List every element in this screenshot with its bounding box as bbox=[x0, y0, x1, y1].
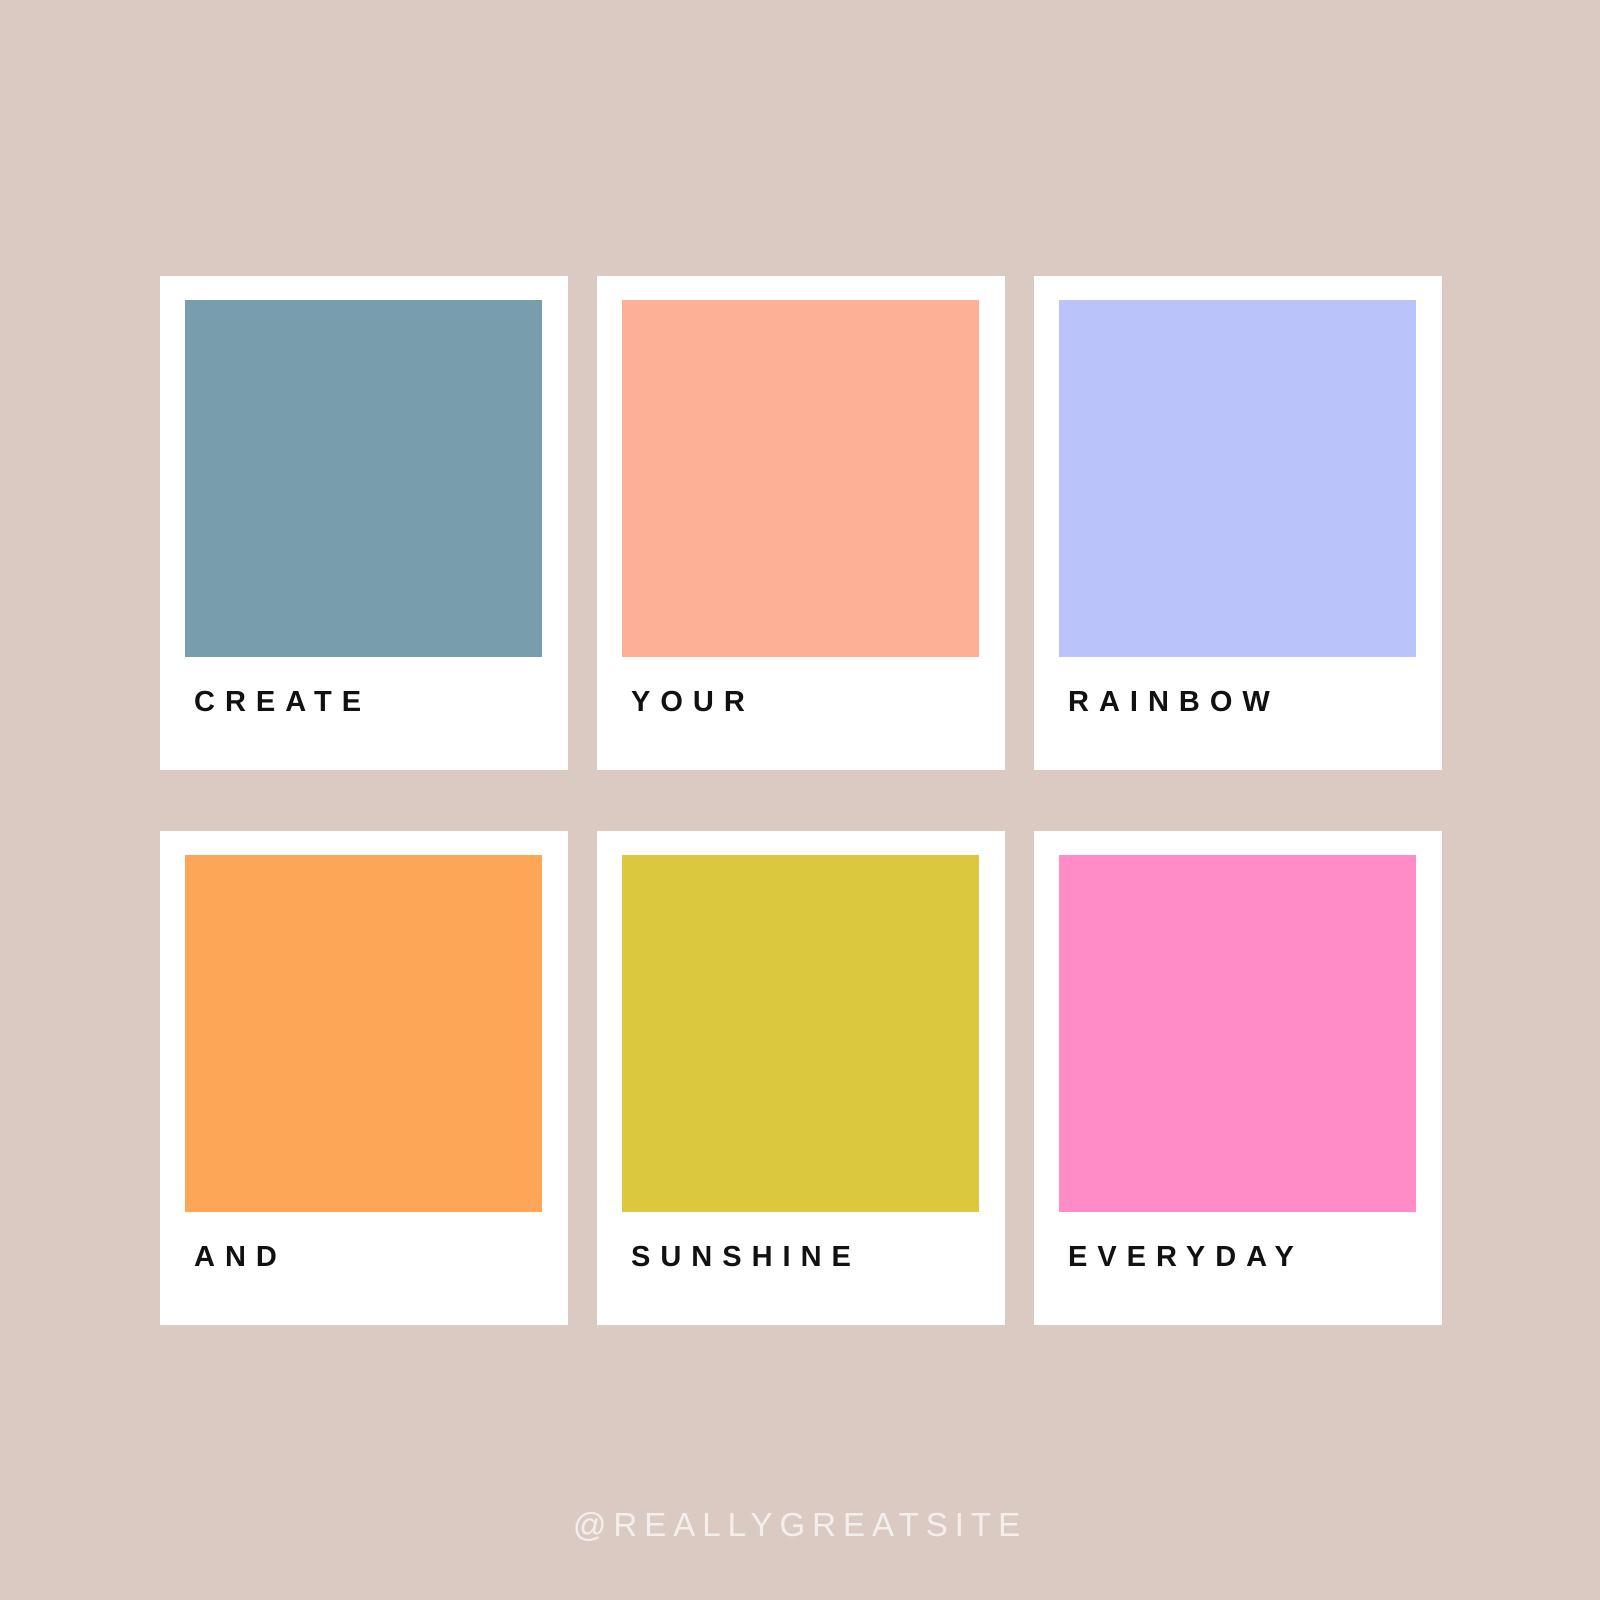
swatch-label: YOUR bbox=[631, 686, 755, 718]
swatch-label: SUNSHINE bbox=[631, 1241, 861, 1273]
swatch-card-and: AND bbox=[160, 831, 568, 1325]
color-swatch bbox=[185, 855, 542, 1212]
color-swatch bbox=[1059, 855, 1416, 1212]
site-handle: @REALLYGREATSITE bbox=[572, 1506, 1028, 1543]
swatch-card-sunshine: SUNSHINE bbox=[597, 831, 1005, 1325]
swatch-label: RAINBOW bbox=[1068, 686, 1280, 718]
swatch-card-rainbow: RAINBOW bbox=[1034, 276, 1442, 770]
swatch-label: EVERYDAY bbox=[1068, 1241, 1304, 1273]
color-swatch bbox=[622, 300, 979, 657]
swatch-card-your: YOUR bbox=[597, 276, 1005, 770]
color-swatch bbox=[1059, 300, 1416, 657]
swatch-label: AND bbox=[194, 1241, 287, 1273]
swatch-card-everyday: EVERYDAY bbox=[1034, 831, 1442, 1325]
swatch-label: CREATE bbox=[194, 686, 372, 718]
swatch-card-create: CREATE bbox=[160, 276, 568, 770]
color-swatch bbox=[622, 855, 979, 1212]
canvas: CREATE YOUR RAINBOW AND SUNSHINE EVERYDA… bbox=[0, 0, 1600, 1600]
color-swatch bbox=[185, 300, 542, 657]
